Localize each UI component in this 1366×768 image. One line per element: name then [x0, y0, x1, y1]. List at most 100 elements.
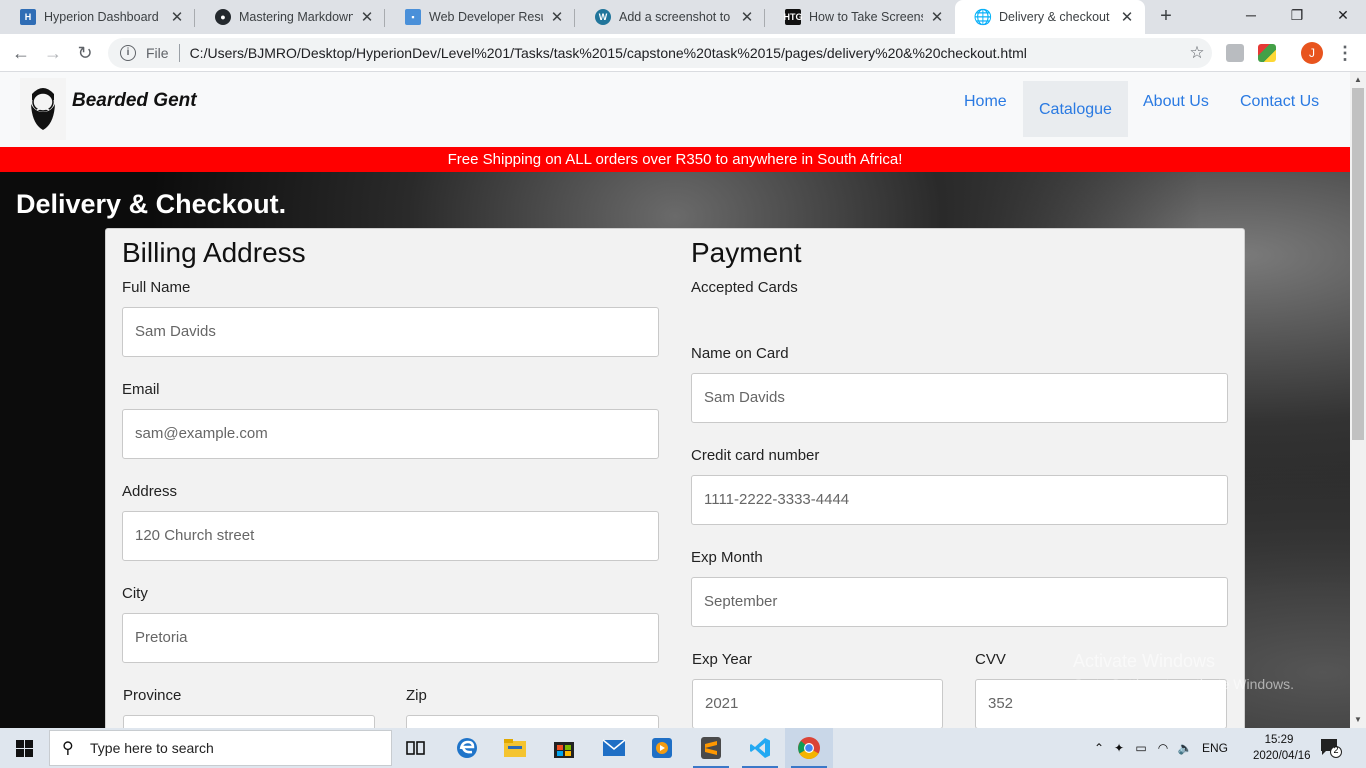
- chevron-up-icon[interactable]: ⌃: [1090, 741, 1108, 755]
- province-input[interactable]: [123, 715, 375, 728]
- info-icon[interactable]: i: [120, 45, 136, 61]
- windows-start-icon[interactable]: [0, 728, 48, 768]
- billing-title: Billing Address: [122, 237, 306, 268]
- github-icon: ●: [215, 9, 231, 25]
- payment-title: Payment: [691, 237, 802, 268]
- exp-year-input[interactable]: 2021: [692, 679, 943, 728]
- taskbar-clock[interactable]: 15:29 2020/04/16: [1253, 732, 1311, 764]
- address-bar[interactable]: i File C:/Users/BJMRO/Desktop/HyperionDe…: [108, 38, 1212, 68]
- reload-button[interactable]: ↻: [72, 40, 98, 66]
- taskbar-search-placeholder: Type here to search: [90, 740, 214, 756]
- taskbar-search-box[interactable]: ⚲ Type here to search: [49, 730, 392, 766]
- back-button[interactable]: ←: [8, 40, 34, 66]
- url-text[interactable]: C:/Users/BJMRO/Desktop/HyperionDev/Level…: [190, 45, 1182, 61]
- close-icon[interactable]: ✕: [359, 8, 375, 26]
- nav-home[interactable]: Home: [964, 93, 1007, 111]
- nav-about-us[interactable]: About Us: [1143, 93, 1209, 111]
- zip-label: Zip: [406, 687, 427, 704]
- site-navbar: Bearded Gent Home Catalogue About Us Con…: [0, 72, 1350, 147]
- new-tab-button[interactable]: +: [1154, 4, 1178, 28]
- search-icon: ⚲: [62, 740, 74, 757]
- star-icon[interactable]: ☆: [1182, 43, 1212, 63]
- close-window-button[interactable]: ✕: [1320, 0, 1366, 30]
- tab-how-to-screenshot[interactable]: HTG How to Take Screenshot ✕: [765, 0, 955, 34]
- city-label: City: [122, 585, 148, 602]
- edge-browser-icon[interactable]: [443, 728, 491, 768]
- city-input[interactable]: Pretoria: [122, 613, 659, 663]
- globe-icon: 🌐: [973, 9, 993, 26]
- brand-name[interactable]: Bearded Gent: [72, 90, 197, 112]
- card-number-label: Credit card number: [691, 447, 820, 464]
- scroll-down-arrow[interactable]: ▼: [1350, 712, 1366, 728]
- task-view-icon[interactable]: [392, 728, 440, 768]
- address-input[interactable]: 120 Church street: [122, 511, 659, 561]
- cvv-label: CVV: [975, 651, 1006, 668]
- menu-icon[interactable]: ⋮: [1336, 41, 1354, 65]
- promo-banner: Free Shipping on ALL orders over R350 to…: [0, 147, 1350, 172]
- forward-button[interactable]: →: [40, 40, 66, 66]
- close-icon[interactable]: ✕: [739, 8, 755, 26]
- dropbox-icon[interactable]: ✦: [1108, 741, 1130, 755]
- tab-delivery-checkout[interactable]: 🌐 Delivery & checkout ✕: [955, 0, 1145, 34]
- profile-avatar[interactable]: J: [1301, 42, 1323, 64]
- browser-toolbar: ← → ↻ i File C:/Users/BJMRO/Desktop/Hype…: [0, 34, 1366, 72]
- tab-mastering-markdown[interactable]: ● Mastering Markdown · G ✕: [195, 0, 385, 34]
- nav-catalogue[interactable]: Catalogue: [1023, 81, 1128, 137]
- wifi-icon[interactable]: ◠: [1152, 741, 1174, 755]
- sublime-text-icon[interactable]: [687, 728, 735, 768]
- tab-add-screenshot[interactable]: W Add a screenshot to yo ✕: [575, 0, 765, 34]
- page-title: Delivery & Checkout.: [16, 189, 287, 219]
- province-label: Province: [123, 687, 182, 704]
- card-number-input[interactable]: 1111-2222-3333-4444: [691, 475, 1228, 525]
- activate-windows-title: Activate Windows: [1073, 651, 1216, 671]
- address-label: Address: [122, 483, 178, 500]
- clock-time: 15:29: [1264, 734, 1294, 746]
- full-name-input[interactable]: Sam Davids: [122, 307, 659, 357]
- minimize-button[interactable]: ─: [1228, 0, 1274, 30]
- close-icon[interactable]: ✕: [169, 8, 185, 26]
- media-player-icon[interactable]: [638, 728, 686, 768]
- htg-icon: HTG: [784, 9, 803, 25]
- tab-strip: H Hyperion Dashboard ✕ ● Mastering Markd…: [0, 0, 1366, 34]
- page-scrollbar[interactable]: ▲ ▼: [1350, 72, 1366, 728]
- zip-input[interactable]: [406, 715, 659, 728]
- tab-web-developer-resume[interactable]: ▪ Web Developer Resume ✕: [385, 0, 575, 34]
- scroll-up-arrow[interactable]: ▲: [1350, 72, 1366, 88]
- bearded-gent-logo[interactable]: [20, 78, 66, 140]
- name-on-card-input[interactable]: Sam Davids: [691, 373, 1228, 423]
- chrome-icon[interactable]: [785, 728, 833, 768]
- restore-button[interactable]: ❐: [1274, 0, 1320, 30]
- web-page: Bearded Gent Home Catalogue About Us Con…: [0, 72, 1350, 728]
- hyperion-icon: H: [20, 9, 36, 25]
- exp-year-label: Exp Year: [692, 651, 753, 668]
- pdf-extension-icon[interactable]: [1226, 44, 1244, 62]
- close-icon[interactable]: ✕: [929, 8, 945, 26]
- activate-windows-subtitle: Go to Settings to activate Windows.: [1073, 676, 1294, 692]
- file-explorer-icon[interactable]: [491, 728, 539, 768]
- resume-icon: ▪: [405, 9, 421, 25]
- language-indicator[interactable]: ENG: [1202, 741, 1228, 755]
- windows-taskbar: ⚲ Type here to search ⌃ ✦ ▭ ◠ 🔈 ENG 15:2…: [0, 728, 1366, 768]
- scroll-thumb[interactable]: [1352, 88, 1364, 440]
- nav-contact-us[interactable]: Contact Us: [1240, 93, 1319, 111]
- microsoft-store-icon[interactable]: [540, 728, 588, 768]
- device-icon[interactable]: ▭: [1130, 741, 1152, 755]
- color-extension-icon[interactable]: [1258, 44, 1276, 62]
- volume-icon[interactable]: 🔈: [1174, 741, 1196, 755]
- notification-center-icon[interactable]: 2: [1320, 738, 1342, 758]
- exp-month-input[interactable]: September: [691, 577, 1228, 627]
- email-input[interactable]: sam@example.com: [122, 409, 659, 459]
- system-tray: ⌃ ✦ ▭ ◠ 🔈 ENG: [1090, 728, 1228, 768]
- close-icon[interactable]: ✕: [1119, 8, 1135, 26]
- notification-count: 2: [1333, 745, 1339, 755]
- vscode-icon[interactable]: [736, 728, 784, 768]
- accepted-cards-label: Accepted Cards: [691, 279, 798, 296]
- close-icon[interactable]: ✕: [549, 8, 565, 26]
- name-on-card-label: Name on Card: [691, 345, 789, 362]
- email-label: Email: [122, 381, 160, 398]
- wordpress-icon: W: [595, 9, 611, 25]
- clock-date: 2020/04/16: [1253, 750, 1311, 762]
- tab-hyperion-dashboard[interactable]: H Hyperion Dashboard ✕: [0, 0, 195, 34]
- mail-icon[interactable]: [590, 728, 638, 768]
- full-name-label: Full Name: [122, 279, 191, 296]
